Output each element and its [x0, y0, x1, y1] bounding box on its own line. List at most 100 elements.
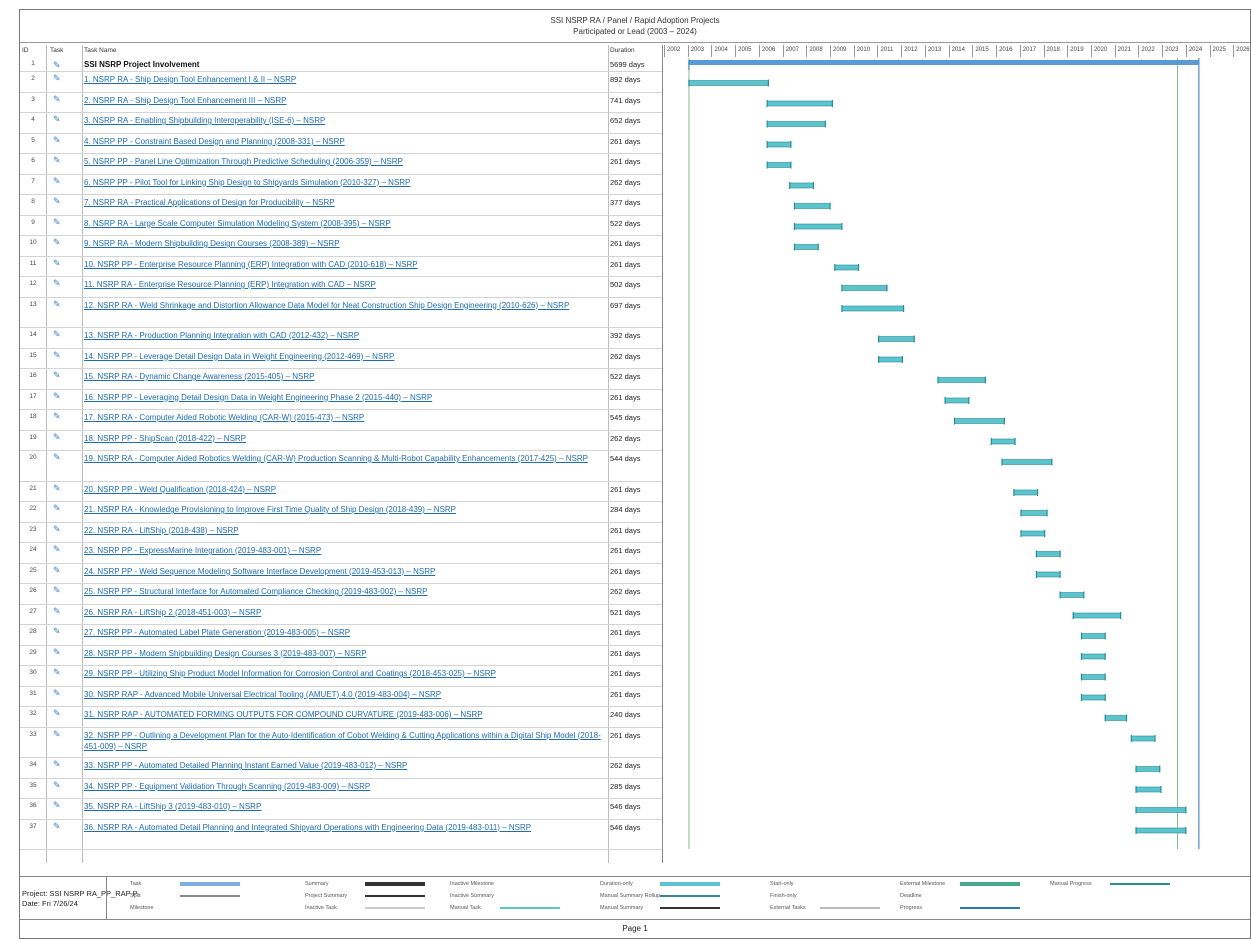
task-name[interactable]: 18. NSRP PP - ShipScan (2018-422) – NSRP — [84, 433, 609, 444]
task-name[interactable]: 15. NSRP RA - Dynamic Change Awareness (… — [84, 371, 609, 382]
task-name[interactable]: 9. NSRP RA - Modern Shipbuilding Design … — [84, 238, 609, 249]
task-row[interactable]: 22 ✎ 21. NSRP RA - Knowledge Provisioning … — [20, 501, 662, 523]
task-name[interactable]: 23. NSRP PP - ExpressMarine Integration … — [84, 545, 609, 556]
task-name[interactable]: 22. NSRP RA - LiftShip (2018-438) – NSRP — [84, 525, 609, 536]
task-row[interactable]: 37 ✎ 36. NSRP RA - Automated Detail Planni… — [20, 819, 662, 850]
task-row[interactable]: 33 ✎ 32. NSRP PP - Outlining a Development… — [20, 727, 662, 758]
legend-label: Start-only — [770, 881, 794, 887]
task-row[interactable]: 6 ✎ 5. NSRP PP - Panel Line Optimization T… — [20, 153, 662, 175]
task-name[interactable]: 28. NSRP PP - Modern Shipbuilding Design… — [84, 648, 609, 659]
task-row[interactable]: 25 ✎ 24. NSRP PP - Weld Sequence Modeling … — [20, 563, 662, 584]
task-duration: 892 days — [610, 75, 641, 84]
task-name[interactable]: 20. NSRP PP - Weld Qualification (2018-4… — [84, 484, 609, 495]
task-name[interactable]: 2. NSRP RA - Ship Design Tool Enhancemen… — [84, 95, 609, 106]
task-row[interactable]: 18 ✎ 17. NSRP RA - Computer Aided Robotic … — [20, 409, 662, 431]
task-row[interactable]: 21 ✎ 20. NSRP PP - Weld Qualification (201… — [20, 481, 662, 502]
legend-swatch — [365, 907, 425, 909]
task-name[interactable]: 5. NSRP PP - Panel Line Optimization Thr… — [84, 156, 609, 167]
task-name[interactable]: 3. NSRP RA - Enabling Shipbuilding Inter… — [84, 115, 609, 126]
task-row[interactable]: 8 ✎ 7. NSRP RA - Practical Applications of… — [20, 194, 662, 216]
year-divider — [1067, 45, 1069, 57]
task-duration: 262 days — [610, 761, 641, 770]
task-duration: 261 days — [610, 157, 641, 166]
task-row[interactable]: 2 ✎ 1. NSRP RA - Ship Design Tool Enhancem… — [20, 71, 662, 93]
task-row[interactable]: 28 ✎ 27. NSRP PP - Automated Label Plate G… — [20, 624, 662, 646]
task-id: 4 — [31, 116, 35, 123]
task-name[interactable]: 29. NSRP PP - Utilizing Ship Product Mod… — [84, 668, 609, 679]
task-name[interactable]: 31. NSRP RAP - AUTOMATED FORMING OUTPUTS… — [84, 709, 609, 720]
task-name[interactable]: 36. NSRP RA - Automated Detail Planning … — [84, 822, 609, 833]
task-row[interactable]: 15 ✎ 14. NSRP PP - Leverage Detail Design … — [20, 348, 662, 369]
task-name[interactable]: 8. NSRP RA - Large Scale Computer Simula… — [84, 218, 609, 229]
task-name[interactable]: 12. NSRP RA - Weld Shrinkage and Distort… — [84, 300, 609, 311]
task-name[interactable]: 7. NSRP RA - Practical Applications of D… — [84, 197, 609, 208]
task-row[interactable]: 19 ✎ 18. NSRP PP - ShipScan (2018-422) – N… — [20, 430, 662, 451]
col-name: Task Name — [84, 47, 117, 54]
task-row[interactable]: 26 ✎ 25. NSRP PP - Structural Interface fo… — [20, 583, 662, 605]
task-name[interactable]: 19. NSRP RA - Computer Aided Robotics We… — [84, 453, 609, 464]
task-row[interactable]: 29 ✎ 28. NSRP PP - Modern Shipbuilding Des… — [20, 645, 662, 666]
task-name[interactable]: 10. NSRP PP - Enterprise Resource Planni… — [84, 259, 609, 270]
task-row[interactable]: 12 ✎ 11. NSRP RA - Enterprise Resource Pla… — [20, 276, 662, 298]
task-name[interactable]: SSI NSRP Project Involvement — [84, 59, 609, 70]
task-name[interactable]: 17. NSRP RA - Computer Aided Robotic Wel… — [84, 412, 609, 423]
task-id: 12 — [29, 280, 37, 287]
task-row[interactable]: 36 ✎ 35. NSRP RA - LiftShip 3 (2019-483-01… — [20, 798, 662, 820]
legend-swatch — [820, 907, 880, 909]
task-name[interactable]: 25. NSRP PP - Structural Interface for A… — [84, 586, 609, 597]
task-name[interactable]: 16. NSRP PP - Leveraging Detail Design D… — [84, 392, 609, 403]
task-name[interactable]: 24. NSRP PP - Weld Sequence Modeling Sof… — [84, 566, 609, 577]
task-mode-icon: ✎ — [53, 431, 61, 442]
task-name[interactable]: 35. NSRP RA - LiftShip 3 (2019-483-010) … — [84, 801, 609, 812]
task-name[interactable]: 33. NSRP PP - Automated Detailed Plannin… — [84, 760, 609, 771]
task-bar — [1135, 807, 1187, 813]
task-row[interactable]: 24 ✎ 23. NSRP PP - ExpressMarine Integrati… — [20, 542, 662, 564]
task-name[interactable]: 4. NSRP PP - Constraint Based Design and… — [84, 136, 609, 147]
task-name[interactable]: 27. NSRP PP - Automated Label Plate Gene… — [84, 627, 609, 638]
task-row[interactable]: 20 ✎ 19. NSRP RA - Computer Aided Robotics… — [20, 450, 662, 482]
task-row[interactable]: 11 ✎ 10. NSRP PP - Enterprise Resource Pla… — [20, 256, 662, 277]
task-row[interactable]: 4 ✎ 3. NSRP RA - Enabling Shipbuilding Int… — [20, 112, 662, 134]
task-name[interactable]: 21. NSRP RA - Knowledge Provisioning to … — [84, 504, 609, 515]
task-row[interactable]: 5 ✎ 4. NSRP PP - Constraint Based Design a… — [20, 133, 662, 154]
task-id: 32 — [29, 710, 37, 717]
task-name[interactable]: 30. NSRP RAP - Advanced Mobile Universal… — [84, 689, 609, 700]
task-row[interactable]: 16 ✎ 15. NSRP RA - Dynamic Change Awarenes… — [20, 368, 662, 390]
task-name[interactable]: 11. NSRP RA - Enterprise Resource Planni… — [84, 279, 609, 290]
task-row[interactable]: 34 ✎ 33. NSRP PP - Automated Detailed Plan… — [20, 757, 662, 779]
task-bar — [1020, 530, 1046, 537]
legend-label: Task — [130, 881, 142, 887]
task-mode-icon: ✎ — [53, 155, 61, 165]
task-name[interactable]: 1. NSRP RA - Ship Design Tool Enhancemen… — [84, 74, 609, 85]
task-row[interactable]: 1 ✎ SSI NSRP Project Involvement 5699 days — [20, 58, 662, 72]
task-row[interactable]: 9 ✎ 8. NSRP RA - Large Scale Computer Simu… — [20, 215, 662, 236]
task-row[interactable]: 7 ✎ 6. NSRP PP - Pilot Tool for Linking Sh… — [20, 174, 662, 195]
task-bar — [944, 397, 970, 404]
task-row[interactable]: 3 ✎ 2. NSRP RA - Ship Design Tool Enhancem… — [20, 92, 662, 113]
task-duration: 5699 days — [610, 60, 645, 69]
legend-label: Inactive Task — [305, 905, 337, 911]
task-row[interactable]: 31 ✎ 30. NSRP RAP - Advanced Mobile Univer… — [20, 686, 662, 707]
task-name[interactable]: 6. NSRP PP - Pilot Tool for Linking Ship… — [84, 177, 609, 188]
task-row[interactable]: 13 ✎ 12. NSRP RA - Weld Shrinkage and Dist… — [20, 297, 662, 328]
task-name[interactable]: 26. NSRP RA - LiftShip 2 (2018-451-003) … — [84, 607, 609, 618]
task-row[interactable]: 35 ✎ 34. NSRP PP - Equipment Validation Th… — [20, 778, 662, 799]
task-row[interactable]: 30 ✎ 29. NSRP PP - Utilizing Ship Product … — [20, 665, 662, 687]
task-name[interactable]: 34. NSRP PP - Equipment Validation Throu… — [84, 781, 609, 792]
year-label: 2022 — [1141, 47, 1155, 53]
legend-label: Finish-only — [770, 893, 797, 899]
legend-label: Summary — [305, 881, 329, 887]
task-name[interactable]: 32. NSRP PP - Outlining a Development Pl… — [84, 730, 609, 752]
task-row[interactable]: 17 ✎ 16. NSRP PP - Leveraging Detail Desig… — [20, 389, 662, 410]
task-bar — [794, 244, 819, 250]
summary-bar — [688, 60, 1199, 65]
task-row[interactable]: 14 ✎ 13. NSRP RA - Production Planning Int… — [20, 327, 662, 349]
task-name[interactable]: 14. NSRP PP - Leverage Detail Design Dat… — [84, 351, 609, 362]
task-duration: 377 days — [610, 198, 641, 207]
task-name[interactable]: 13. NSRP RA - Production Planning Integr… — [84, 330, 609, 341]
task-row[interactable]: 27 ✎ 26. NSRP RA - LiftShip 2 (2018-451-00… — [20, 604, 662, 625]
task-row[interactable]: 23 ✎ 22. NSRP RA - LiftShip (2018-438) – N… — [20, 522, 662, 543]
task-duration: 261 days — [610, 566, 641, 576]
task-row[interactable]: 32 ✎ 31. NSRP RAP - AUTOMATED FORMING OUTP… — [20, 706, 662, 728]
task-row[interactable]: 10 ✎ 9. NSRP RA - Modern Shipbuilding Desi… — [20, 235, 662, 257]
